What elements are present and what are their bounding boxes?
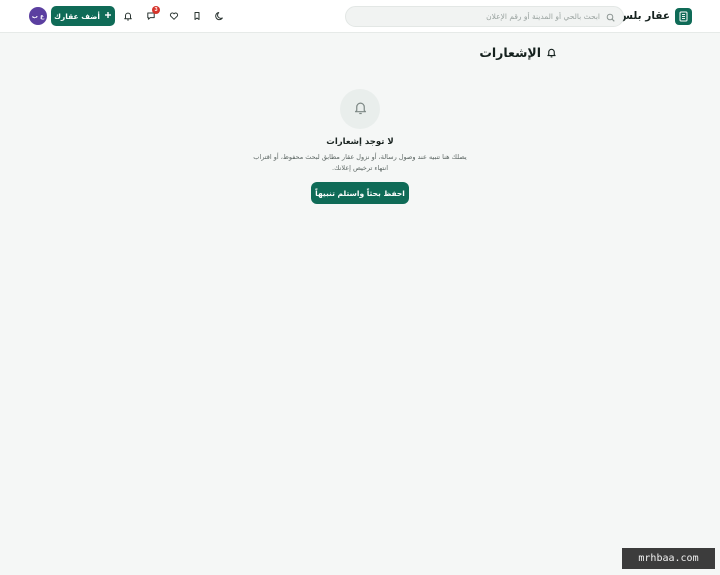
add-property-button[interactable]: أضف عقارك	[51, 6, 115, 26]
search-bar[interactable]	[345, 6, 624, 27]
top-header: عقار بلس ابحث بالحي أو المدينة أو رقم ال…	[0, 0, 720, 33]
building-icon	[675, 7, 692, 25]
theme-toggle-button[interactable]	[211, 8, 228, 25]
brand[interactable]: عقار بلس	[619, 7, 692, 25]
bell-icon	[353, 100, 368, 119]
bookmark-icon	[192, 9, 202, 24]
heart-icon	[169, 9, 179, 24]
brand-name: عقار بلس	[618, 10, 670, 22]
bell-icon	[123, 9, 133, 24]
search-icon	[606, 7, 615, 26]
bell-icon	[546, 43, 557, 62]
save-search-button[interactable]: احفظ بحثاً واستلم تنبيهاً	[311, 182, 409, 204]
avatar[interactable]: ع ب	[29, 7, 47, 25]
page-title-text: الإشعارات	[479, 44, 541, 60]
watermark: mrhbaa.com	[622, 548, 715, 569]
plus-icon	[104, 11, 112, 21]
favorites-button[interactable]	[165, 8, 182, 25]
messages-badge: 3	[152, 6, 160, 14]
notifications-button[interactable]	[119, 8, 136, 25]
empty-state-heading: لا توجد إشعارات	[326, 137, 394, 147]
empty-state-description: يصلك هنا تنبيه عند وصول رسالة، أو نزول ع…	[253, 153, 467, 172]
empty-state-icon-circle	[340, 89, 380, 129]
moon-icon	[214, 9, 225, 24]
add-property-label: أضف عقارك	[54, 11, 100, 21]
saved-searches-button[interactable]	[188, 8, 205, 25]
page-title: الإشعارات	[479, 43, 557, 61]
search-input[interactable]	[354, 12, 606, 21]
messages-button[interactable]: 3	[142, 6, 160, 25]
